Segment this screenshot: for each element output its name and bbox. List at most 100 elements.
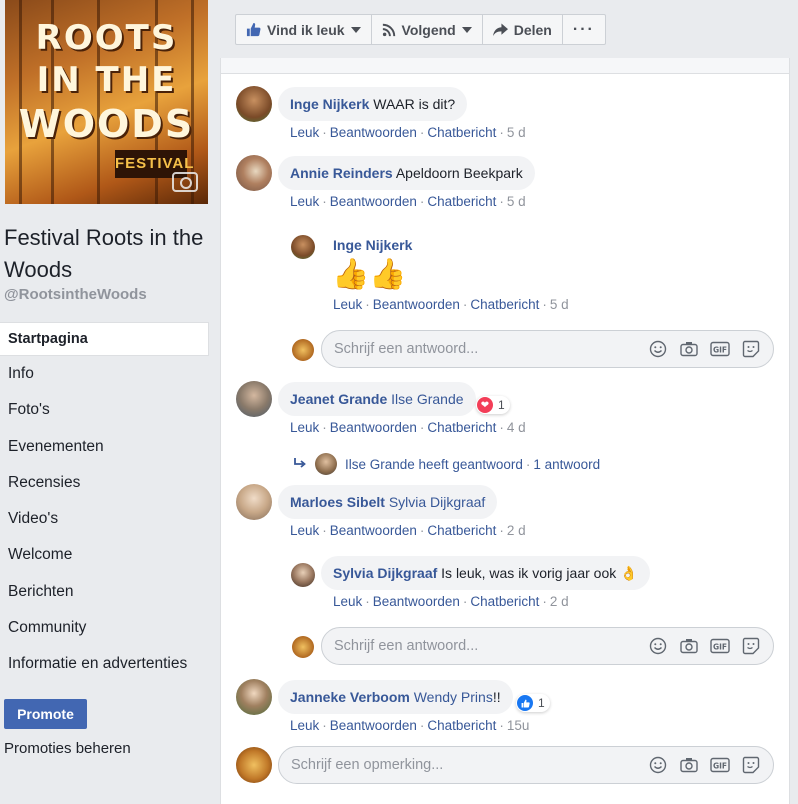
logo-text-line-1: ROOTS [35,18,178,58]
nav-item-startpagina[interactable]: Startpagina [0,322,209,356]
tagged-person[interactable]: Sylvia Dijkgraaf [389,494,485,510]
comment-author[interactable]: Janneke Verboom [290,689,410,705]
comment-author[interactable]: Annie Reinders [290,165,393,181]
reply-link[interactable]: Beantwoorden [373,297,460,312]
reply-input[interactable] [334,638,648,654]
replies-summary[interactable]: Ilse Grande heeft geantwoord · 1 antwoord [293,453,600,475]
page-title[interactable]: Festival Roots in the Woods [4,222,204,286]
nav-item-community[interactable]: Community [0,610,209,646]
comment-author[interactable]: Marloes Sibelt [290,494,385,510]
sticker-icon[interactable] [741,755,761,775]
comment-input[interactable] [291,757,648,773]
nav-item-reviews[interactable]: Recensies [0,465,209,501]
reaction-count[interactable]: 1 [516,694,550,712]
comment-input-box: GIF [278,746,774,784]
reply-text: Is leuk, was ik vorig jaar ook 👌 [441,565,638,581]
like-link[interactable]: Leuk [290,718,319,733]
reply-author[interactable]: Sylvia Dijkgraaf [333,565,437,581]
reaction-number: 1 [498,398,505,412]
comment-timestamp[interactable]: 4 d [507,420,526,435]
avatar[interactable] [236,679,272,715]
sticker-icon[interactable] [741,636,761,656]
avatar[interactable] [236,484,272,520]
tagged-person[interactable]: Ilse Grande [391,391,463,407]
like-link[interactable]: Leuk [290,194,319,209]
camera-icon[interactable] [679,636,699,656]
avatar[interactable] [291,235,315,259]
rss-icon [382,23,396,37]
avatar[interactable] [236,381,272,417]
reply-link[interactable]: Beantwoorden [330,194,417,209]
message-link[interactable]: Chatbericht [470,297,539,312]
message-link[interactable]: Chatbericht [427,523,496,538]
reply-timestamp[interactable]: 2 d [550,594,569,609]
reply-link[interactable]: Beantwoorden [330,523,417,538]
message-link[interactable]: Chatbericht [427,125,496,140]
nav-item-welcome[interactable]: Welcome [0,537,209,573]
manage-promotions-link[interactable]: Promoties beheren [4,740,131,757]
tagged-person[interactable]: Wendy Prins [414,689,493,705]
reply-link[interactable]: Beantwoorden [330,718,417,733]
like-link[interactable]: Leuk [333,297,362,312]
nav-item-info[interactable]: Info [0,356,209,392]
avatar[interactable] [236,155,272,191]
message-link[interactable]: Chatbericht [470,594,539,609]
like-link[interactable]: Leuk [290,125,319,140]
message-link[interactable]: Chatbericht [427,718,496,733]
reply-input[interactable] [334,341,648,357]
gif-icon[interactable]: GIF [710,339,730,359]
reply-link[interactable]: Beantwoorden [330,420,417,435]
camera-icon[interactable] [679,755,699,775]
nav-item-messages[interactable]: Berichten [0,574,209,610]
reply-arrow-icon [293,458,307,470]
page-avatar [236,747,272,783]
follow-button[interactable]: Volgend [372,15,483,44]
nav-item-videos[interactable]: Video's [0,501,209,537]
share-button[interactable]: Delen [483,15,563,44]
comment-author[interactable]: Jeanet Grande [290,391,387,407]
share-label: Delen [513,21,552,38]
page-profile-picture[interactable]: ROOTS IN THE WOODS FESTIVAL [5,0,208,204]
avatar[interactable] [236,86,272,122]
message-link[interactable]: Chatbericht [427,194,496,209]
camera-icon[interactable] [679,339,699,359]
smiley-icon[interactable] [648,339,668,359]
page-handle[interactable]: @RootsintheWoods [4,286,147,303]
smiley-icon[interactable] [648,755,668,775]
camera-icon[interactable] [172,172,198,192]
gif-icon[interactable]: GIF [710,636,730,656]
sticker-icon[interactable] [741,339,761,359]
like-link[interactable]: Leuk [333,594,362,609]
comment-timestamp[interactable]: 2 d [507,523,526,538]
nav-item-info-ads[interactable]: Informatie en advertenties [0,646,209,682]
smiley-icon[interactable] [648,636,668,656]
like-link[interactable]: Leuk [290,523,319,538]
promote-button[interactable]: Promote [4,699,87,729]
comment-bubble: Jeanet Grande Ilse Grande [278,382,476,416]
like-page-button[interactable]: Vind ik leuk [236,15,372,44]
replies-count[interactable]: 1 antwoord [533,457,600,472]
heart-icon: ❤ [477,397,493,413]
logo-text-line-2: IN THE [36,60,177,100]
comment-timestamp[interactable]: 5 d [507,194,526,209]
reply-timestamp[interactable]: 5 d [550,297,569,312]
gif-icon[interactable]: GIF [710,755,730,775]
svg-text:GIF: GIF [713,346,727,355]
nav-item-photos[interactable]: Foto's [0,392,209,428]
comment-timestamp[interactable]: 5 d [507,125,526,140]
avatar[interactable] [291,563,315,587]
message-link[interactable]: Chatbericht [427,420,496,435]
comment-timestamp[interactable]: 15u [507,718,530,733]
comments-panel: Inge Nijkerk WAAR is dit? Leuk · Beantwoor… [220,58,790,804]
reply-author[interactable]: Inge Nijkerk [333,237,412,253]
reply-link[interactable]: Beantwoorden [373,594,460,609]
svg-text:GIF: GIF [713,762,727,771]
replies-summary-text[interactable]: Ilse Grande heeft geantwoord [345,457,523,472]
reaction-count[interactable]: ❤ 1 [476,396,510,414]
more-options-button[interactable]: ··· [563,15,605,44]
comment-author[interactable]: Inge Nijkerk [290,96,369,112]
nav-item-events[interactable]: Evenementen [0,429,209,465]
like-link[interactable]: Leuk [290,420,319,435]
reply-link[interactable]: Beantwoorden [330,125,417,140]
comment-bubble: Janneke Verboom Wendy Prins!! [278,680,513,714]
